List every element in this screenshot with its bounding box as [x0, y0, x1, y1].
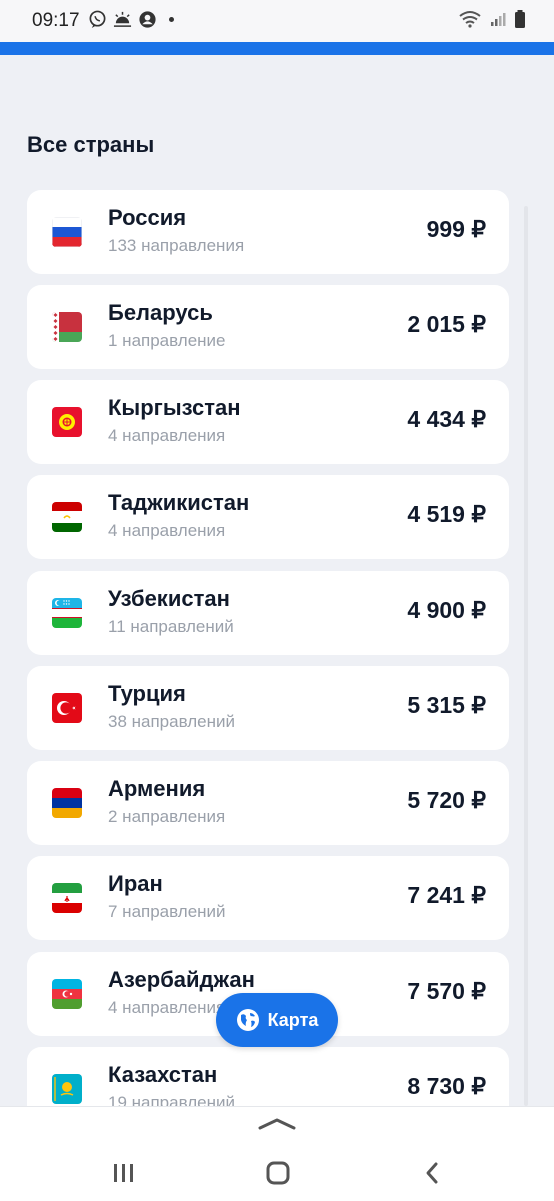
russia-flag-icon — [52, 217, 82, 247]
country-directions: 38 направлений — [108, 712, 235, 731]
turkey-flag-icon — [52, 693, 82, 723]
map-button[interactable]: Карта — [216, 993, 338, 1047]
scrollbar[interactable] — [524, 206, 528, 1106]
kazakhstan-flag-icon — [52, 1074, 82, 1104]
signal-icon — [491, 13, 506, 26]
bottom-sheet[interactable] — [0, 1106, 554, 1201]
home-icon[interactable] — [258, 1153, 298, 1193]
country-price: 7 241 ₽ — [407, 882, 486, 908]
notification-dot-icon — [169, 17, 174, 22]
country-card[interactable]: Турция 38 направлений 5 315 ₽ — [27, 666, 509, 750]
weather-icon — [113, 11, 132, 27]
country-card[interactable]: Армения 2 направления 5 720 ₽ — [27, 761, 509, 845]
country-directions: 4 направления — [108, 521, 226, 540]
header-accent-bar — [0, 42, 554, 55]
status-bar: 09:17 — [0, 0, 554, 42]
country-card[interactable]: Россия 133 направления 999 ₽ — [27, 190, 509, 274]
tajikistan-flag-icon — [52, 502, 82, 532]
battery-icon — [515, 10, 525, 28]
back-icon[interactable] — [413, 1153, 453, 1193]
country-name: Армения — [108, 776, 206, 801]
country-name: Азербайджан — [108, 967, 255, 992]
country-price: 4 434 ₽ — [407, 406, 486, 432]
country-card[interactable]: Таджикистан 4 направления 4 519 ₽ — [27, 475, 509, 559]
globe-icon — [236, 1009, 259, 1031]
map-button-label: Карта — [267, 1009, 319, 1030]
country-price: 7 570 ₽ — [407, 978, 486, 1004]
country-card[interactable]: Иран 7 направлений 7 241 ₽ — [27, 856, 509, 940]
country-name: Казахстан — [108, 1062, 218, 1087]
country-directions: 133 направления — [108, 236, 245, 255]
country-name: Турция — [108, 681, 186, 706]
country-price: 999 ₽ — [426, 216, 486, 242]
kyrgyzstan-flag-icon — [52, 407, 82, 437]
country-list[interactable]: Россия 133 направления 999 ₽ Беларусь 1 … — [0, 190, 554, 1110]
section-title: Все страны — [27, 132, 155, 157]
country-price: 5 720 ₽ — [407, 787, 486, 813]
country-name: Кыргызстан — [108, 395, 241, 420]
country-name: Беларусь — [108, 300, 213, 325]
country-price: 2 015 ₽ — [407, 311, 486, 337]
iran-flag-icon — [52, 883, 82, 913]
wifi-icon — [459, 11, 481, 28]
chevron-up-icon[interactable] — [258, 1117, 296, 1131]
status-time: 09:17 — [32, 10, 80, 31]
country-price: 5 315 ₽ — [407, 692, 486, 718]
recent-apps-icon[interactable] — [103, 1153, 143, 1193]
country-card[interactable]: Беларусь 1 направление 2 015 ₽ — [27, 285, 509, 369]
country-price: 8 730 ₽ — [407, 1073, 486, 1099]
uzbekistan-flag-icon — [52, 598, 82, 628]
country-card[interactable]: Узбекистан 11 направлений 4 900 ₽ — [27, 571, 509, 655]
country-directions: 4 направления — [108, 426, 226, 445]
belarus-flag-icon — [52, 312, 82, 342]
azerbaijan-flag-icon — [52, 979, 82, 1009]
country-directions: 7 направлений — [108, 902, 226, 921]
country-price: 4 900 ₽ — [407, 597, 486, 623]
country-name: Таджикистан — [108, 490, 250, 515]
country-directions: 4 направления — [108, 998, 226, 1017]
country-directions: 1 направление — [108, 331, 226, 350]
country-name: Узбекистан — [108, 586, 230, 611]
country-directions: 11 направлений — [108, 617, 234, 636]
account-icon — [139, 11, 156, 28]
country-price: 4 519 ₽ — [407, 501, 486, 527]
country-card[interactable]: Кыргызстан 4 направления 4 434 ₽ — [27, 380, 509, 464]
country-directions: 2 направления — [108, 807, 226, 826]
armenia-flag-icon — [52, 788, 82, 818]
country-name: Россия — [108, 205, 187, 230]
country-name: Иран — [108, 871, 163, 896]
viber-icon — [89, 10, 106, 29]
country-card[interactable]: Казахстан 19 направлений 8 730 ₽ — [27, 1047, 509, 1110]
